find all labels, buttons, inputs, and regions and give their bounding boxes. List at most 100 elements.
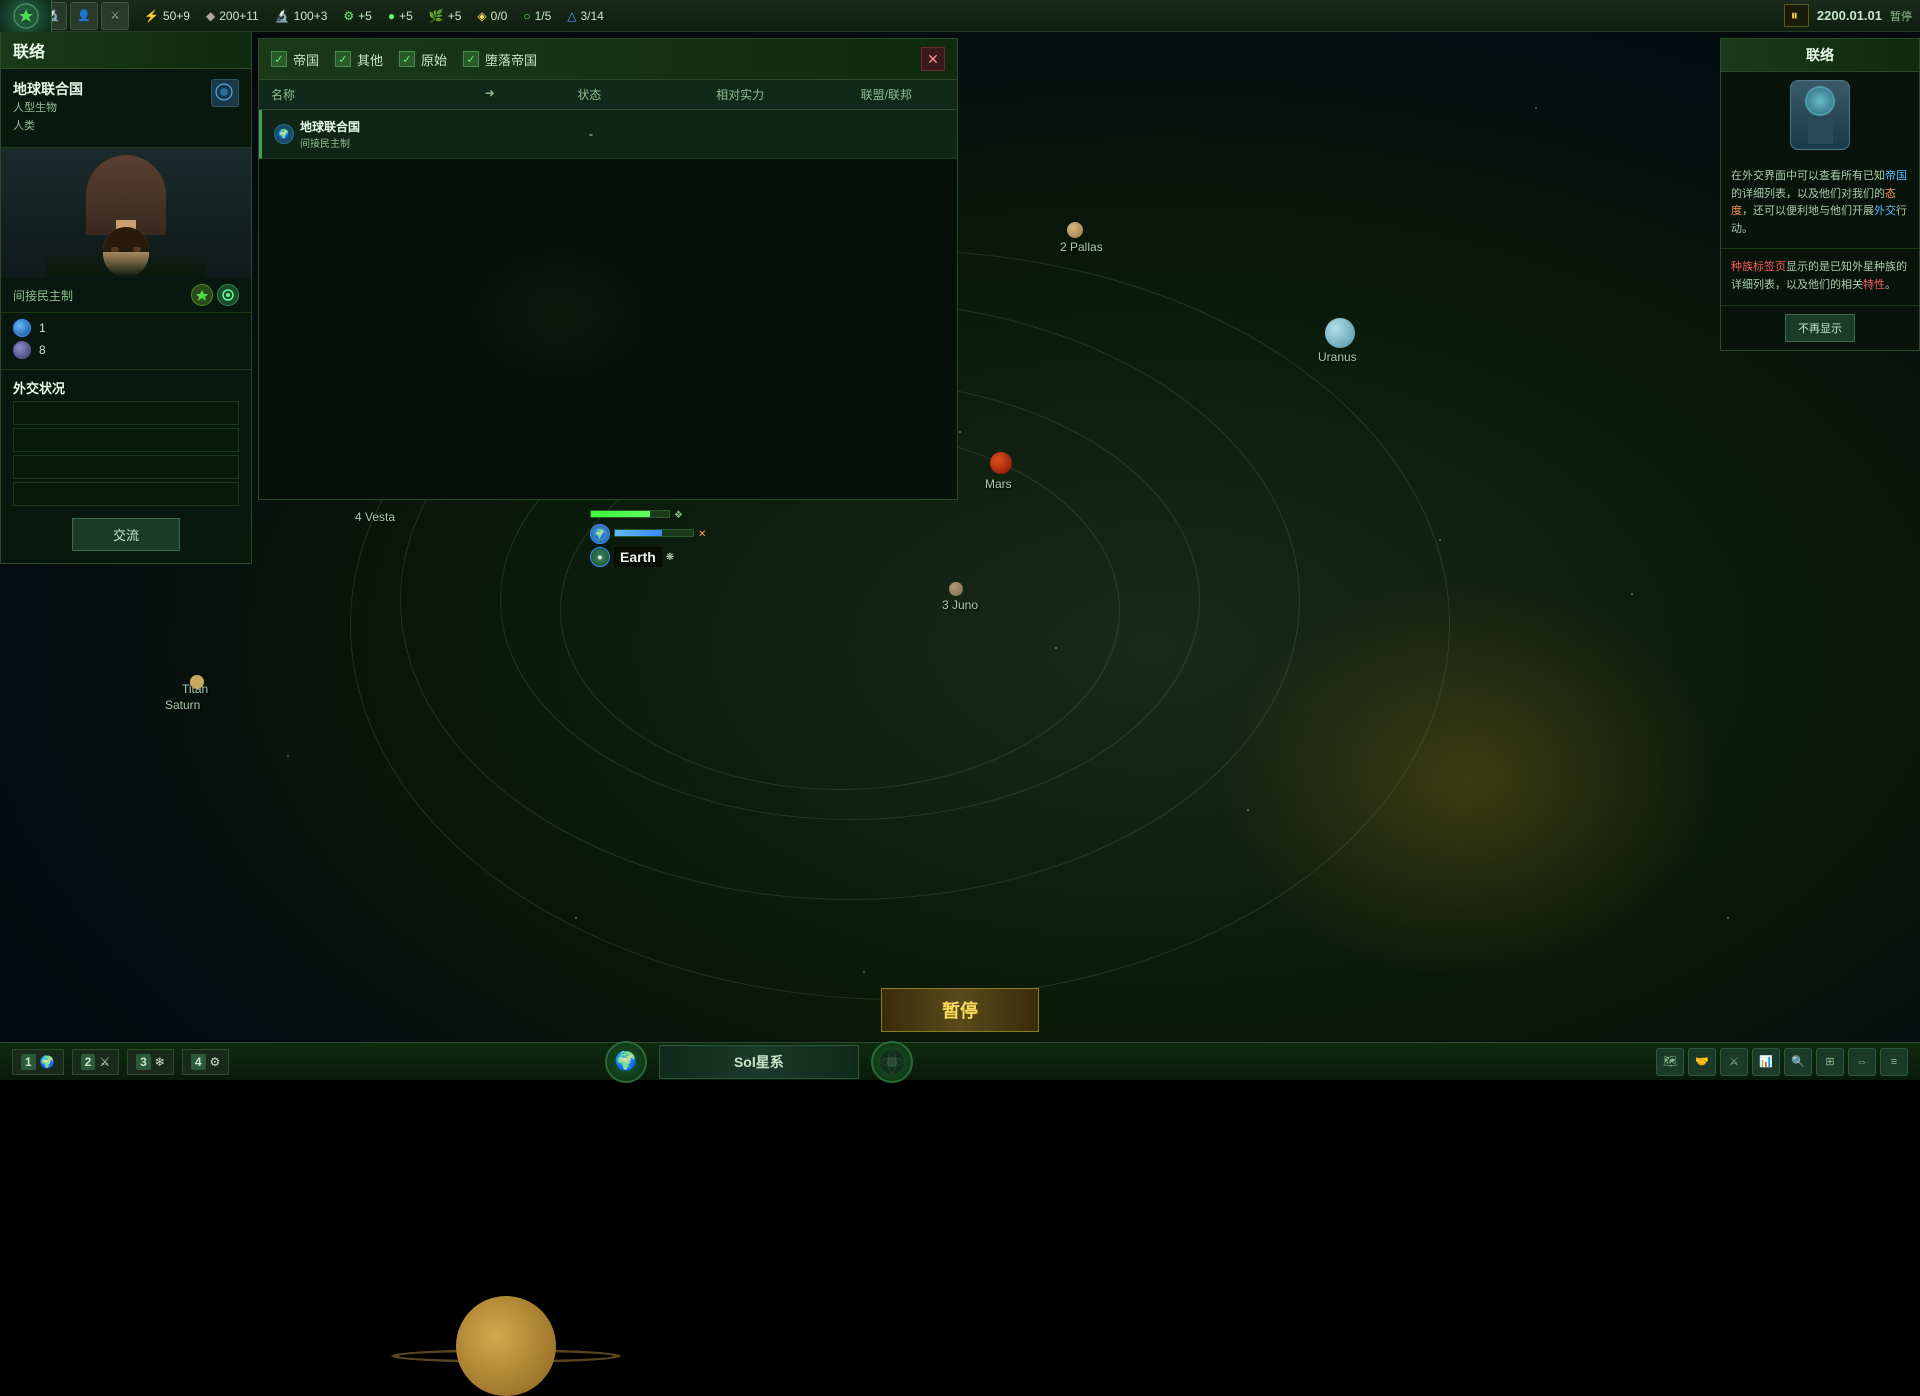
filter-primitive-label: 原始 <box>421 50 447 69</box>
diplomacy-list <box>1 401 251 506</box>
system-icon-right[interactable] <box>871 1041 913 1083</box>
dismiss-button[interactable]: 不再显示 <box>1785 314 1855 342</box>
consumer-stat: ○ 1/5 <box>523 9 551 23</box>
pause-button[interactable]: ⏸ <box>1784 4 1809 27</box>
table-row[interactable]: 🌍 地球联合国 间接民主制 - <box>259 110 957 159</box>
diplomacy-item-3 <box>13 455 239 479</box>
avatar-container <box>1721 72 1919 158</box>
filter-fallen-checkbox[interactable]: ✓ <box>463 51 479 67</box>
filter-primitive[interactable]: ✓ 原始 <box>399 50 447 69</box>
filter-empire-checkbox[interactable]: ✓ <box>271 51 287 67</box>
queue-item-3[interactable]: 3 ❄ <box>127 1049 174 1075</box>
robot-body <box>1808 119 1833 144</box>
arrows-button[interactable]: ⇔ <box>1848 1048 1876 1076</box>
fleet-stat: △ 3/14 <box>567 9 604 23</box>
earth-icon[interactable]: 🌍 <box>590 524 610 544</box>
research-value: 100+3 <box>294 9 328 23</box>
fleet-icon: △ <box>567 9 576 23</box>
juno-planet[interactable] <box>949 582 963 596</box>
filter-empire-label: 帝国 <box>293 50 319 69</box>
diplomacy-section-title: 外交状况 <box>1 370 251 401</box>
pallas-planet[interactable] <box>1067 222 1083 238</box>
empire-name: 地球联合国 <box>13 79 83 99</box>
empire-icon[interactable] <box>211 79 239 107</box>
combat-button[interactable]: ⚔ <box>1720 1048 1748 1076</box>
nav-fleet-icon[interactable]: ⚔ <box>101 2 129 30</box>
empire-link: 帝国 <box>1885 170 1907 182</box>
bottom-center: 🌍 Sol星系 <box>605 1041 913 1083</box>
queue-item-2[interactable]: 2 ⚔ <box>72 1049 119 1075</box>
mars-planet[interactable] <box>990 452 1012 474</box>
consumer-icon: ○ <box>523 9 530 23</box>
consumer-value: 1/5 <box>535 9 552 23</box>
titan-planet[interactable] <box>190 675 204 689</box>
uranus-planet[interactable] <box>1325 318 1355 348</box>
right-panel-title: 联络 <box>1721 39 1919 72</box>
bottom-bar: 1 🌍 2 ⚔ 3 ❄ 4 ⚙ 🌍 Sol星系 🗺 🤝 ⚔ 📊 <box>0 1042 1920 1080</box>
alloys-icon: ◈ <box>477 9 486 23</box>
filter-fallen[interactable]: ✓ 堕落帝国 <box>463 50 537 69</box>
close-button[interactable]: ✕ <box>921 47 945 71</box>
empire-type: 人型生物 <box>13 99 83 115</box>
zoom-button[interactable]: 🔍 <box>1784 1048 1812 1076</box>
earth-indicator[interactable]: ❖ 🌍 ✕ ● Earth ❋ <box>590 510 706 567</box>
govt-icon-1[interactable] <box>191 284 213 306</box>
logo-icon <box>11 1 41 31</box>
left-panel-title: 联络 <box>1 32 251 69</box>
minerals-icon: ◆ <box>206 9 215 23</box>
right-panel-body-1: 在外交界面中可以查看所有已知帝国的详细列表，以及他们对我们的态度，还可以便利地与… <box>1721 158 1919 249</box>
filter-header: ✓ 帝国 ✓ 其他 ✓ 原始 ✓ 堕落帝国 ✕ <box>259 39 957 80</box>
filter-primitive-checkbox[interactable]: ✓ <box>399 51 415 67</box>
top-bar-right: ⏸ 2200.01.01 暂停 <box>1784 4 1912 27</box>
minimap-button[interactable]: 🗺 <box>1656 1048 1684 1076</box>
date-display: 2200.01.01 <box>1817 8 1882 23</box>
earth-name-label[interactable]: Earth <box>614 547 662 567</box>
game-logo[interactable] <box>0 0 52 32</box>
row-name: 🌍 地球联合国 间接民主制 <box>262 118 468 150</box>
pallas-label: 2 Pallas <box>1060 240 1103 254</box>
queue-item-4[interactable]: 4 ⚙ <box>182 1049 229 1075</box>
juno-label: 3 Juno <box>942 598 978 612</box>
uranus-label: Uranus <box>1318 350 1357 364</box>
research-icon: 🔬 <box>275 9 290 23</box>
vesta-label: 4 Vesta <box>355 510 395 524</box>
alloys-value: 0/0 <box>491 9 508 23</box>
stats-button[interactable]: 📊 <box>1752 1048 1780 1076</box>
table-header: 名称 ➜ 状态 相对实力 联盟/联邦 <box>259 80 957 110</box>
row-status: - <box>516 127 666 141</box>
filter-other[interactable]: ✓ 其他 <box>335 50 383 69</box>
pop-stat-value: 8 <box>39 343 46 357</box>
planet-stat-icon <box>13 319 31 337</box>
saturn-body <box>456 1296 556 1396</box>
queue-num-1: 1 <box>21 1054 36 1070</box>
system-icon-left[interactable]: 🌍 <box>605 1041 647 1083</box>
food-icon: 🌿 <box>429 9 444 23</box>
earth-pop-icon: ● <box>590 547 610 567</box>
queue-item-1[interactable]: 1 🌍 <box>12 1049 64 1075</box>
layout-button[interactable]: ⊞ <box>1816 1048 1844 1076</box>
diplomacy-item-4 <box>13 482 239 506</box>
queue-icon-3: ❄ <box>155 1055 165 1069</box>
earth-close-icon[interactable]: ✕ <box>698 529 706 540</box>
filter-other-checkbox[interactable]: ✓ <box>335 51 351 67</box>
col-header-arrow[interactable]: ➜ <box>466 86 514 103</box>
race-tab-link: 种族标签页 <box>1731 261 1786 273</box>
filter-empire[interactable]: ✓ 帝国 <box>271 50 319 69</box>
government-name: 间接民主制 <box>13 287 73 304</box>
right-panel-body-2: 种族标签页显示的是已知外星种族的详细列表，以及他们的相关特性。 <box>1721 249 1919 305</box>
diplomacy-button[interactable]: 🤝 <box>1688 1048 1716 1076</box>
nav-pop-icon[interactable]: 👤 <box>70 2 98 30</box>
earth-bar-2 <box>614 529 694 537</box>
govt-icon-2[interactable] <box>217 284 239 306</box>
empire-icon-svg <box>212 80 236 104</box>
stats-row: 1 8 <box>1 313 251 370</box>
queue-icon-4: ⚙ <box>210 1055 221 1069</box>
leader-portrait[interactable] <box>1 148 251 278</box>
menu-button[interactable]: ≡ <box>1880 1048 1908 1076</box>
attitude-link: 态度 <box>1731 188 1896 218</box>
research-stat: 🔬 100+3 <box>275 9 328 23</box>
col-header-name: 名称 <box>259 86 466 103</box>
filter-other-label: 其他 <box>357 50 383 69</box>
row-govt-type: 间接民主制 <box>300 135 360 150</box>
exchange-button[interactable]: 交流 <box>72 518 180 551</box>
